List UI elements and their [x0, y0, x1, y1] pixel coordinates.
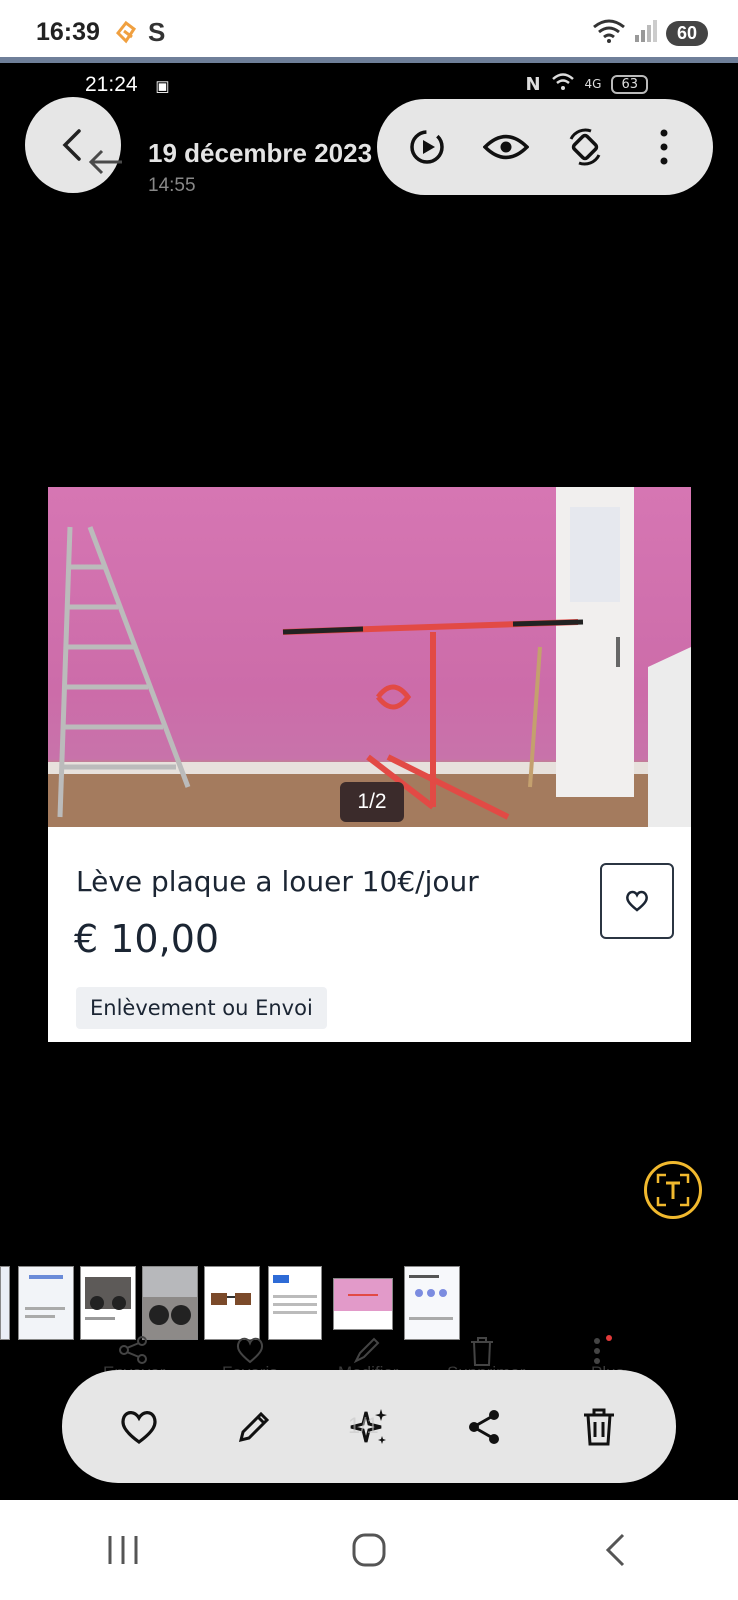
- thumbnail[interactable]: [268, 1266, 322, 1340]
- home-icon: [352, 1533, 386, 1567]
- ghost-back-arrow-icon: [88, 147, 124, 181]
- thumbnail-current[interactable]: [333, 1278, 393, 1330]
- favorite-photo-button[interactable]: [109, 1397, 169, 1457]
- motion-photo-icon: [409, 130, 444, 164]
- image-viewer: 21:24 ▣ N 4G 63 19 décembre 2023 14:55 1…: [0, 63, 738, 1500]
- edit-button[interactable]: [224, 1397, 284, 1457]
- thumbnail[interactable]: [404, 1266, 460, 1340]
- system-back-button[interactable]: [575, 1520, 655, 1580]
- recents-icon: [108, 1536, 138, 1564]
- inner-status-icons: N 4G 63: [525, 72, 648, 96]
- photo-time: 14:55: [148, 175, 196, 196]
- motion-photo-button[interactable]: [400, 120, 454, 174]
- inner-network: 4G: [584, 77, 602, 91]
- heart-icon: [121, 1410, 158, 1444]
- wifi-icon: [592, 18, 626, 48]
- delete-button[interactable]: [569, 1397, 629, 1457]
- outer-clock: 16:39: [36, 18, 100, 46]
- visibility-button[interactable]: [479, 120, 533, 174]
- outer-status-bar: 16:39 S 60: [0, 0, 738, 58]
- svg-text:S: S: [148, 17, 165, 47]
- signal-icon: [634, 19, 658, 47]
- outer-battery: 60: [665, 20, 708, 46]
- ghost-counter: 1/1: [348, 1413, 379, 1438]
- share-button[interactable]: [454, 1397, 514, 1457]
- pencil-icon: [239, 1411, 270, 1442]
- text-scan-icon: [656, 1173, 690, 1207]
- heart-icon: [626, 890, 648, 912]
- listing-photo[interactable]: 1/2: [48, 487, 691, 827]
- photo-date: 19 décembre 2023: [148, 138, 373, 168]
- nfc-icon: N: [525, 73, 541, 95]
- thumbnail[interactable]: [204, 1266, 260, 1340]
- chevron-left-icon: [62, 129, 81, 161]
- thumbnail-strip: [0, 1266, 738, 1344]
- favorite-button[interactable]: [600, 863, 674, 939]
- eye-icon: [482, 134, 529, 160]
- inner-time: 21:24: [85, 73, 138, 96]
- rotate-button[interactable]: [558, 120, 612, 174]
- inner-battery: 63: [611, 74, 648, 94]
- listing-price: € 10,00: [74, 917, 220, 961]
- inner-wifi-icon: [551, 72, 575, 96]
- back-chevron-icon: [605, 1533, 625, 1567]
- text-extract-button[interactable]: [644, 1161, 702, 1219]
- recent-apps-button[interactable]: [83, 1520, 163, 1580]
- rotate-icon: [569, 128, 600, 166]
- trash-icon: [583, 1408, 614, 1445]
- share-icon: [468, 1409, 499, 1444]
- system-navigation-bar: [0, 1500, 738, 1600]
- room-illustration: [48, 487, 691, 827]
- shipping-badge: Enlèvement ou Envoi: [76, 987, 327, 1029]
- more-options-button[interactable]: [637, 120, 691, 174]
- notification-icons: S: [114, 17, 178, 51]
- inner-clock: 21:24 ▣: [85, 73, 170, 97]
- thumbnail[interactable]: [142, 1266, 198, 1340]
- listing-title: Lève plaque a louer 10€/jour: [76, 865, 479, 898]
- home-button[interactable]: [329, 1520, 409, 1580]
- thumbnail[interactable]: [18, 1266, 74, 1340]
- top-action-bar: [377, 99, 713, 195]
- thumbnail[interactable]: [80, 1266, 136, 1340]
- thumbnail[interactable]: [0, 1266, 10, 1340]
- listing-card: 1/2 Lève plaque a louer 10€/jour € 10,00…: [48, 487, 691, 1042]
- photo-counter: 1/2: [340, 782, 404, 822]
- inner-notif-icon: ▣: [155, 78, 170, 95]
- more-vertical-icon: [660, 129, 667, 165]
- photo-date-block: 19 décembre 2023 14:55: [148, 138, 372, 197]
